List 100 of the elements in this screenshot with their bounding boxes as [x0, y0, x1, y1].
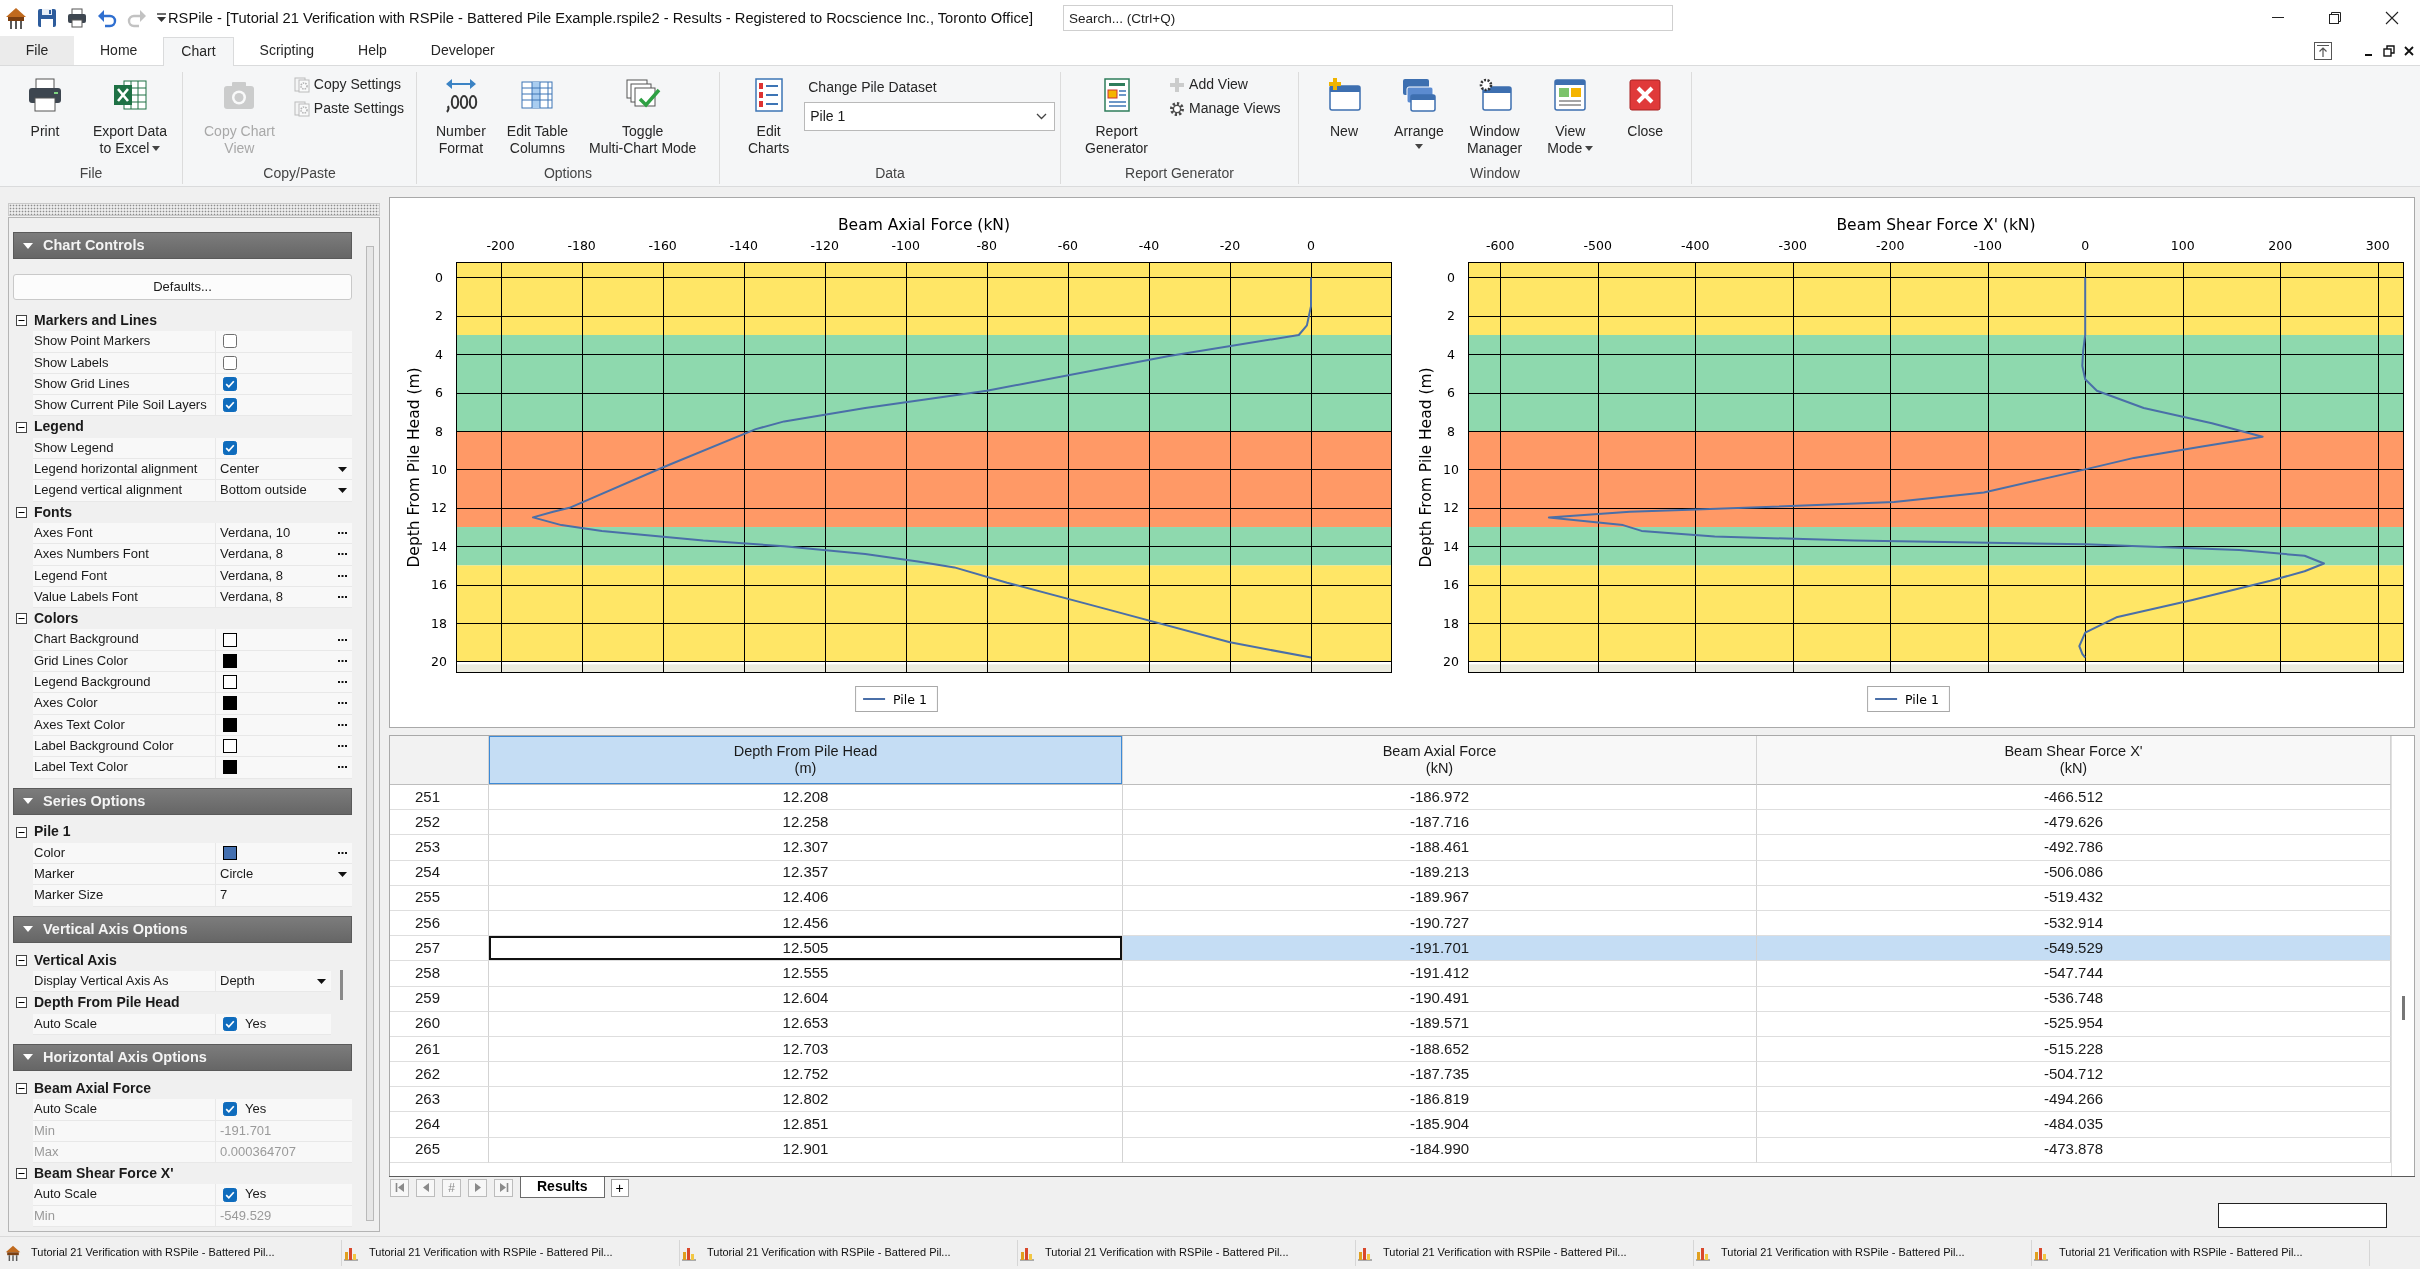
- caret-icon[interactable]: [1415, 143, 1423, 149]
- row-number[interactable]: 253: [390, 835, 489, 861]
- more-icon[interactable]: [337, 851, 347, 854]
- bar-chart-icon[interactable]: [1695, 1245, 1711, 1261]
- restore-icon[interactable]: [2383, 44, 2395, 57]
- caret-icon[interactable]: [337, 488, 347, 493]
- section-header[interactable]: Horizontal Axis Options: [13, 1043, 352, 1071]
- taskbar-item[interactable]: Tutorial 21 Verification with RSPile - Battered Pil...: [1694, 1240, 2032, 1266]
- close-icon[interactable]: [2384, 11, 2399, 25]
- caret-icon[interactable]: [157, 12, 166, 24]
- column-header[interactable]: Beam Shear Force X' (kN): [1757, 736, 2391, 785]
- caret-icon[interactable]: [337, 871, 347, 877]
- collapse-icon[interactable]: [16, 954, 27, 966]
- ribbon-tab[interactable]: Help: [340, 36, 405, 65]
- grip-handle[interactable]: [8, 203, 380, 216]
- row-number[interactable]: 257: [390, 936, 489, 962]
- bar-chart-icon[interactable]: [1357, 1245, 1373, 1261]
- close-icon[interactable]: [2403, 44, 2415, 57]
- skip-back-icon[interactable]: [394, 1183, 405, 1192]
- ribbon-button[interactable]: Close: [1612, 77, 1679, 140]
- property-value[interactable]: Depth: [220, 973, 255, 990]
- ribbon-button[interactable]: Edit Table Columns: [500, 77, 575, 156]
- collapse-icon[interactable]: [16, 315, 27, 327]
- arrow-right-icon[interactable]: [472, 1183, 483, 1192]
- taskbar-item[interactable]: Tutorial 21 Verification with RSPile - Battered Pil...: [342, 1240, 680, 1266]
- undo-icon[interactable]: [97, 8, 117, 28]
- ribbon-button[interactable]: Manage Views: [1165, 97, 1285, 121]
- caret-icon[interactable]: [152, 146, 161, 152]
- ribbon-button[interactable]: Arrange: [1386, 77, 1452, 149]
- caret-icon[interactable]: [316, 978, 326, 984]
- collapse-icon[interactable]: [16, 506, 27, 518]
- add-sheet-button[interactable]: +: [610, 1178, 629, 1197]
- sheet-nav-button[interactable]: [468, 1178, 487, 1197]
- bar-chart-icon[interactable]: [1019, 1245, 1035, 1261]
- bar-chart-icon[interactable]: [681, 1245, 697, 1261]
- ribbon-button[interactable]: Number Format: [430, 77, 492, 156]
- property-value[interactable]: Verdana, 10: [220, 525, 291, 542]
- ribbon-button[interactable]: New: [1311, 77, 1377, 140]
- taskbar-item[interactable]: Tutorial 21 Verification with RSPile - Battered Pil...: [2032, 1240, 2370, 1266]
- row-number[interactable]: 264: [390, 1112, 489, 1138]
- more-icon[interactable]: [337, 702, 347, 705]
- checkbox[interactable]: [223, 355, 237, 370]
- sheet-nav-button[interactable]: [494, 1178, 513, 1197]
- sheet-nav-button[interactable]: [416, 1178, 435, 1197]
- more-icon[interactable]: [337, 659, 347, 662]
- spreadsheet-icon[interactable]: [111, 77, 148, 113]
- color-swatch-icon[interactable]: [223, 845, 237, 860]
- more-icon[interactable]: [337, 723, 347, 726]
- row-number[interactable]: 255: [390, 885, 489, 911]
- skip-forward-icon[interactable]: [498, 1183, 509, 1192]
- cascade-windows-icon[interactable]: [1401, 77, 1437, 113]
- chevron-down-icon[interactable]: [1036, 113, 1048, 120]
- more-icon[interactable]: [337, 532, 347, 535]
- row-number[interactable]: 265: [390, 1137, 489, 1163]
- checkbox[interactable]: [223, 1187, 237, 1202]
- checkbox[interactable]: [223, 1016, 237, 1031]
- app-logo-icon[interactable]: [5, 1245, 21, 1261]
- property-value[interactable]: Center: [220, 461, 260, 478]
- restore-icon[interactable]: [2327, 11, 2342, 25]
- ribbon-button[interactable]: Edit Charts: [742, 77, 796, 156]
- collapse-icon[interactable]: [16, 826, 27, 838]
- defaults-button[interactable]: Defaults...: [13, 274, 352, 300]
- color-swatch-icon[interactable]: [223, 739, 237, 754]
- collapse-icon[interactable]: [16, 997, 27, 1009]
- color-swatch-icon[interactable]: [223, 717, 237, 732]
- ribbon-tab[interactable]: Developer: [412, 36, 513, 65]
- checkbox[interactable]: [223, 334, 237, 349]
- row-number[interactable]: 256: [390, 910, 489, 937]
- taskbar-item[interactable]: Tutorial 21 Verification with RSPile - Battered Pil...: [4, 1240, 342, 1266]
- property-value[interactable]: Bottom outside: [220, 482, 307, 499]
- caret-icon[interactable]: [1585, 146, 1594, 152]
- ribbon-button[interactable]: Window Manager: [1461, 77, 1529, 156]
- color-swatch-icon[interactable]: [223, 632, 237, 647]
- column-header[interactable]: Depth From Pile Head (m): [489, 736, 1123, 785]
- collapse-icon[interactable]: [16, 1083, 27, 1095]
- ribbon-tab[interactable]: Scripting: [241, 36, 333, 65]
- row-number[interactable]: 251: [390, 785, 489, 811]
- color-swatch-icon[interactable]: [223, 760, 237, 775]
- row-number[interactable]: 254: [390, 860, 489, 886]
- collapse-ribbon-icon[interactable]: [2313, 40, 2333, 61]
- scrollbar-thumb[interactable]: [366, 246, 374, 1221]
- tiled-window-icon[interactable]: [1552, 77, 1589, 113]
- dataset-dropdown[interactable]: Pile 1: [804, 102, 1056, 131]
- ribbon-button[interactable]: Toggle Multi-Chart Mode: [583, 77, 703, 156]
- triangle-down-icon[interactable]: [23, 240, 33, 251]
- property-value[interactable]: Circle: [220, 866, 254, 883]
- property-value[interactable]: Verdana, 8: [220, 546, 283, 563]
- bar-chart-icon[interactable]: [2033, 1245, 2049, 1261]
- more-icon[interactable]: [337, 766, 347, 769]
- taskbar-item[interactable]: Tutorial 21 Verification with RSPile - Battered Pil...: [680, 1240, 1018, 1266]
- row-number[interactable]: 262: [390, 1062, 489, 1088]
- scrollbar-thumb[interactable]: [2401, 996, 2405, 1020]
- ribbon-button[interactable]: Print: [21, 77, 69, 140]
- ribbon-tab[interactable]: Home: [82, 36, 156, 65]
- sheet-nav-button[interactable]: [390, 1178, 409, 1197]
- app-logo-icon[interactable]: [5, 7, 27, 29]
- caret-icon[interactable]: [337, 466, 347, 472]
- row-number[interactable]: 259: [390, 986, 489, 1012]
- row-number[interactable]: 258: [390, 961, 489, 987]
- ribbon-button[interactable]: Export Data to Excel: [87, 77, 173, 156]
